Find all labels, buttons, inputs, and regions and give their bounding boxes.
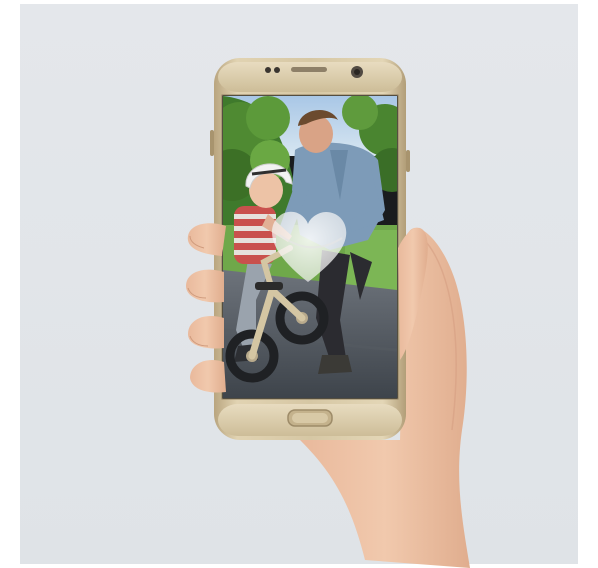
phone-screen <box>223 96 397 398</box>
product-photo <box>186 58 470 568</box>
volume-button[interactable] <box>210 130 214 156</box>
speaker-grille <box>291 67 327 72</box>
smartphone <box>210 58 410 440</box>
power-button[interactable] <box>406 150 410 172</box>
photo-stage <box>0 0 598 568</box>
sensor-icon <box>265 67 271 73</box>
